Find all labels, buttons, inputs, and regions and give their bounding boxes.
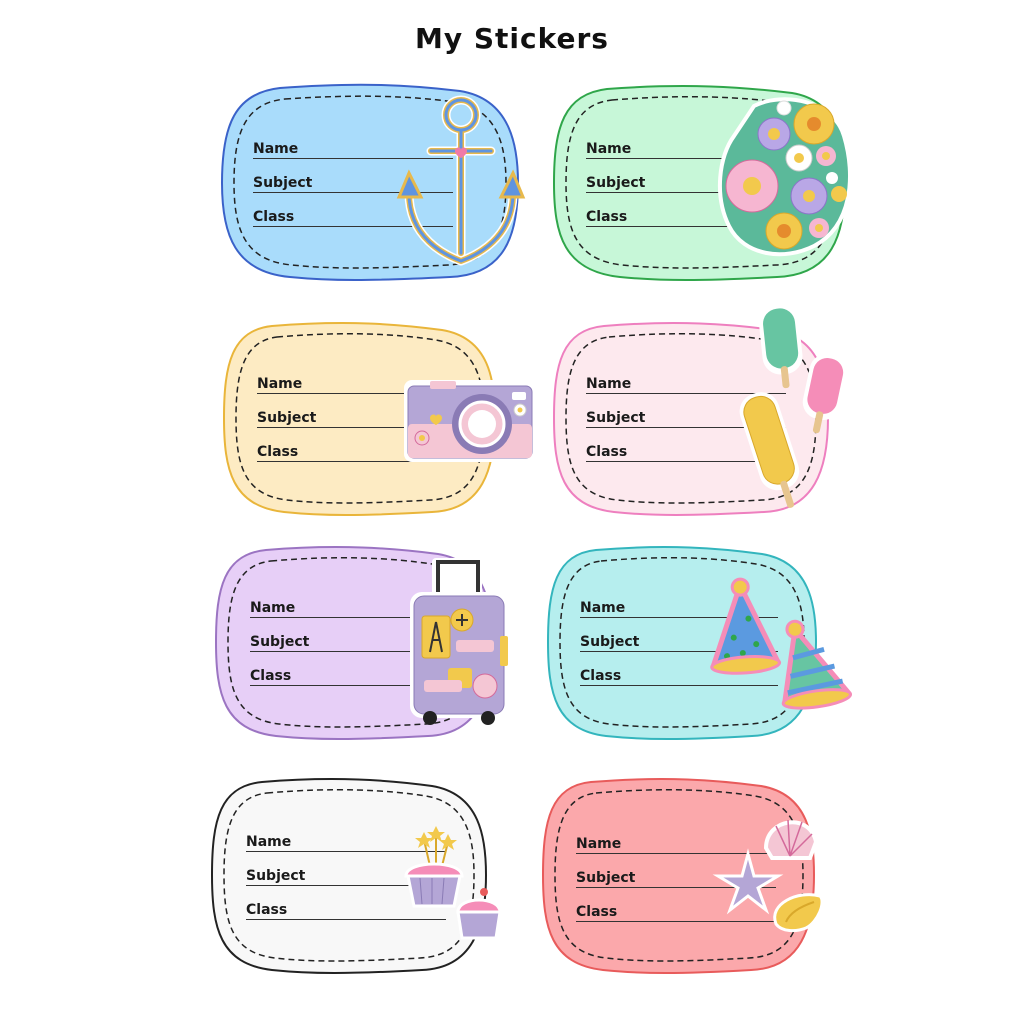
camera-icon [404, 380, 535, 462]
cupcake-icon [404, 826, 502, 940]
suitcase-icon [410, 558, 508, 725]
seashell-icon [712, 819, 824, 933]
popsicle-icon [739, 304, 848, 508]
party-hat-icon [710, 577, 853, 710]
anchor-icon [396, 95, 526, 266]
flowers-icon [717, 97, 852, 257]
page-title: My Stickers [415, 22, 609, 55]
